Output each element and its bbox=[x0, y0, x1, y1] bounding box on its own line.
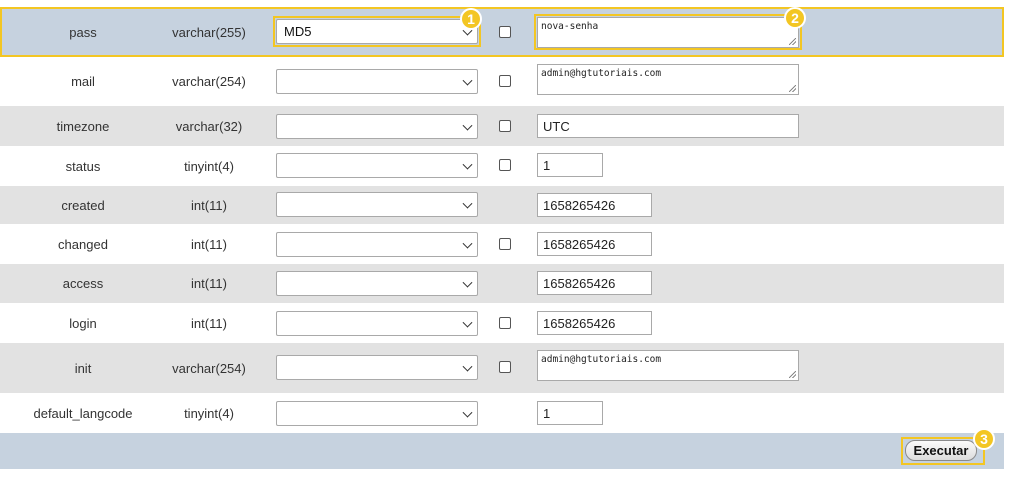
table-row: init varchar(254) admin@hgtutoriais.com bbox=[0, 343, 1004, 393]
field-name: timezone bbox=[56, 118, 110, 134]
value-input[interactable]: 1658265426 bbox=[537, 232, 652, 256]
field-name: default_langcode bbox=[33, 405, 133, 421]
field-name: access bbox=[62, 276, 104, 291]
value-text: 1658265426 bbox=[543, 236, 616, 252]
value-text: 1 bbox=[543, 405, 551, 421]
field-name: init bbox=[74, 360, 92, 376]
field-type: int(11) bbox=[191, 236, 227, 252]
value-input[interactable]: 1658265426 bbox=[537, 271, 652, 295]
field-name: pass bbox=[69, 24, 97, 40]
value-input[interactable]: 1658265426 bbox=[537, 193, 652, 217]
field-name: login bbox=[69, 315, 97, 331]
function-select[interactable] bbox=[276, 271, 478, 296]
resize-grip-icon[interactable] bbox=[789, 38, 796, 45]
value-textarea[interactable]: nova-senha bbox=[537, 17, 799, 48]
value-input[interactable]: 1 bbox=[537, 401, 603, 425]
function-select[interactable]: MD5 bbox=[276, 19, 478, 44]
value-input[interactable]: 1 bbox=[537, 153, 603, 177]
field-type: varchar(254) bbox=[172, 73, 246, 89]
field-type: tinyint(4) bbox=[184, 405, 234, 421]
resize-grip-icon[interactable] bbox=[789, 85, 796, 92]
field-type: tinyint(4) bbox=[184, 158, 234, 174]
value-text: UTC bbox=[543, 118, 570, 134]
table-row: mail varchar(254) admin@hgtutoriais.com bbox=[0, 56, 1004, 106]
field-type: varchar(255) bbox=[172, 24, 246, 40]
function-select[interactable] bbox=[276, 192, 478, 217]
chevron-down-icon bbox=[462, 198, 473, 209]
execute-button[interactable]: Executar bbox=[905, 440, 977, 461]
field-type: int(11) bbox=[191, 276, 227, 291]
function-select-value: MD5 bbox=[284, 24, 312, 39]
chevron-down-icon bbox=[462, 159, 473, 170]
chevron-down-icon bbox=[462, 238, 473, 249]
value-text: admin@hgtutoriais.com bbox=[541, 354, 662, 365]
null-checkbox[interactable] bbox=[499, 159, 511, 171]
null-checkbox[interactable] bbox=[499, 26, 511, 38]
callout-badge-3: 3 bbox=[973, 428, 995, 450]
value-text: 1 bbox=[543, 157, 551, 173]
value-input[interactable]: UTC bbox=[537, 114, 799, 138]
function-select[interactable] bbox=[276, 114, 478, 139]
function-select[interactable] bbox=[276, 311, 478, 336]
value-text: 1658265426 bbox=[543, 275, 616, 291]
table-row: login int(11) 1658265426 bbox=[0, 303, 1004, 343]
field-type: int(11) bbox=[191, 315, 227, 331]
null-checkbox[interactable] bbox=[499, 75, 511, 87]
chevron-down-icon bbox=[462, 317, 473, 328]
function-select[interactable] bbox=[276, 401, 478, 426]
chevron-down-icon bbox=[462, 407, 473, 418]
table-row: access int(11) 1658265426 bbox=[0, 264, 1004, 303]
field-name: mail bbox=[71, 73, 95, 89]
chevron-down-icon bbox=[462, 120, 473, 131]
function-select[interactable] bbox=[276, 232, 478, 257]
null-checkbox[interactable] bbox=[499, 361, 511, 373]
function-select[interactable] bbox=[276, 355, 478, 380]
function-select[interactable] bbox=[276, 153, 478, 178]
value-text: nova-senha bbox=[541, 21, 599, 32]
null-checkbox[interactable] bbox=[499, 238, 511, 250]
callout-badge-1: 1 bbox=[460, 8, 482, 30]
field-type: varchar(32) bbox=[175, 118, 243, 134]
value-text: 1658265426 bbox=[543, 197, 616, 213]
value-textarea[interactable]: admin@hgtutoriais.com bbox=[537, 350, 799, 381]
field-name: created bbox=[61, 197, 105, 213]
chevron-down-icon bbox=[462, 277, 473, 288]
resize-grip-icon[interactable] bbox=[789, 371, 796, 378]
callout-badge-2: 2 bbox=[784, 7, 806, 29]
null-checkbox[interactable] bbox=[499, 120, 511, 132]
null-checkbox[interactable] bbox=[499, 317, 511, 329]
table-row: created int(11) 1658265426 bbox=[0, 186, 1004, 224]
field-type: int(11) bbox=[191, 197, 227, 213]
value-textarea[interactable]: admin@hgtutoriais.com bbox=[537, 64, 799, 95]
table-row: changed int(11) 1658265426 bbox=[0, 224, 1004, 264]
field-name: status bbox=[65, 158, 101, 174]
table-row: timezone varchar(32) UTC bbox=[0, 106, 1004, 146]
form-footer bbox=[0, 433, 1004, 469]
value-text: 1658265426 bbox=[543, 315, 616, 331]
table-row: pass varchar(255) MD5 nova-senha bbox=[0, 8, 1004, 56]
field-type: varchar(254) bbox=[172, 360, 246, 376]
chevron-down-icon bbox=[462, 361, 473, 372]
value-input[interactable]: 1658265426 bbox=[537, 311, 652, 335]
function-select[interactable] bbox=[276, 69, 478, 94]
value-text: admin@hgtutoriais.com bbox=[541, 68, 662, 79]
table-row: status tinyint(4) 1 bbox=[0, 146, 1004, 186]
chevron-down-icon bbox=[462, 75, 473, 86]
table-row: default_langcode tinyint(4) 1 bbox=[0, 393, 1004, 433]
field-name: changed bbox=[58, 236, 108, 252]
